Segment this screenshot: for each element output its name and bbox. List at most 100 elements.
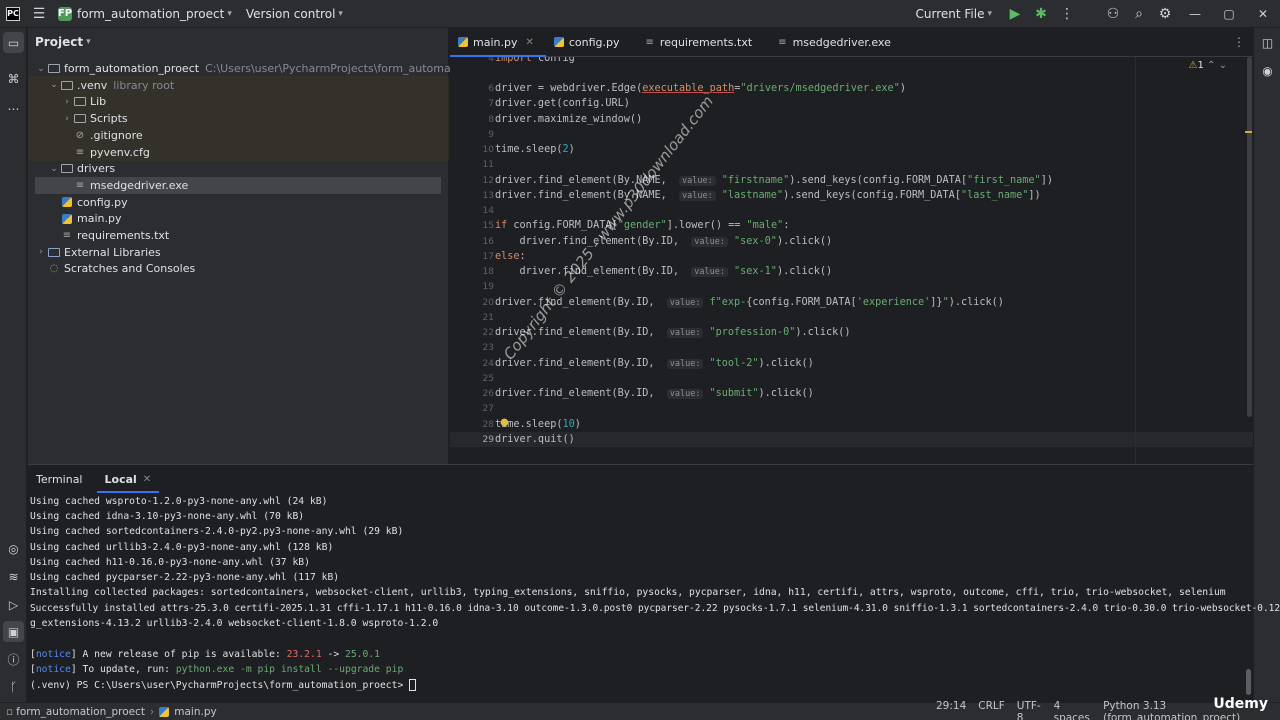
code-line: driver.maximize_window() (495, 114, 643, 125)
more-tools-icon[interactable]: … (3, 95, 24, 116)
tree-item-hint: library root (113, 78, 175, 92)
terminal-prompt[interactable]: (.venv) PS C:\Users\user\PycharmProjects… (30, 679, 417, 691)
chevron-right-icon[interactable]: › (61, 114, 73, 124)
line-separator[interactable]: CRLF (978, 700, 1005, 720)
terminal-scrollbar[interactable] (1246, 669, 1251, 695)
folder-icon (73, 96, 87, 108)
tree-item-label: form_automation_proect (64, 62, 200, 75)
tree-item[interactable]: › Scripts (28, 110, 128, 127)
terminal-line: [notice] A new release of pip is availab… (30, 649, 380, 660)
tab-local[interactable]: Local ✕ (96, 465, 160, 493)
breadcrumb: ▫ form_automation_proect › main.py (6, 706, 217, 718)
chevron-right-icon[interactable]: › (35, 247, 47, 257)
terminal-cursor (409, 679, 417, 691)
code-line: driver.find_element(By.NAME, value: "last… (495, 190, 1041, 201)
run-config-selector[interactable]: Current File ▾ (916, 7, 993, 21)
chevron-down-icon[interactable]: ⌄ (48, 80, 60, 90)
tree-item[interactable]: ⌄ form_automation_proect C:\Users\user\Pyc… (28, 60, 512, 77)
main-menu-icon[interactable]: ☰ (26, 1, 52, 27)
tree-item[interactable]: ⌄ drivers (28, 160, 115, 177)
tree-item[interactable]: ⌄ .venv library root (28, 77, 174, 94)
tab-config-py[interactable]: config.py (546, 28, 632, 57)
text-file-icon: ≡ (75, 179, 85, 191)
more-actions-icon[interactable]: ⋮ (1054, 1, 1080, 27)
ai-assistant-icon[interactable]: ◉ (1257, 60, 1278, 81)
project-folder-icon[interactable]: ▭ (3, 32, 24, 53)
current-line-number: 29 (482, 435, 494, 445)
tab-requirements-txt[interactable]: ≡ requirements.txt (638, 28, 765, 57)
tree-item[interactable]: ≡ requirements.txt (28, 227, 169, 244)
terminal-line: Using cached idna-3.10-py3-none-any.whl … (30, 511, 305, 522)
maximize-icon[interactable]: ▢ (1212, 0, 1246, 28)
tree-item[interactable]: ≡ msedgedriver.exe (35, 176, 441, 194)
code-line: driver.find_element(By.ID, value: "sex-0"… (495, 236, 833, 247)
tab-msedgedriver-exe[interactable]: ≡ msedgedriver.exe (770, 28, 903, 57)
chevron-down-icon[interactable]: ⌄ (35, 64, 47, 74)
file-encoding[interactable]: UTF-8 (1017, 700, 1042, 720)
inspection-widget[interactable]: ⚠1 ⌃ ⌄ (1189, 60, 1228, 71)
indent-setting[interactable]: 4 spaces (1054, 700, 1092, 720)
chevron-down-icon: ⌄ (1218, 60, 1227, 71)
status-bar: ▫ form_automation_proect › main.py 29:14… (0, 700, 1280, 720)
terminal-line: g_extensions-4.13.2 urllib3-2.4.0 websoc… (30, 618, 439, 629)
folder-icon (60, 79, 74, 91)
breadcrumb-file[interactable]: main.py (174, 706, 216, 718)
tab-terminal[interactable]: Terminal (28, 465, 91, 493)
python-file-icon (159, 706, 170, 717)
close-tab-icon[interactable]: ✕ (525, 37, 533, 48)
chevron-down-icon: ▾ (227, 8, 232, 19)
library-icon (47, 246, 61, 258)
python-file-icon (60, 196, 74, 208)
close-icon[interactable]: ✕ (1246, 0, 1280, 28)
cursor-position[interactable]: 29:14 (936, 700, 966, 720)
structure-icon[interactable]: ⌘ (3, 68, 24, 89)
terminal-tabs: Terminal Local ✕ (28, 465, 1253, 493)
run-icon[interactable]: ▶ (1002, 1, 1028, 27)
minimize-icon[interactable]: — (1178, 0, 1212, 28)
project-panel-title: Project (35, 35, 84, 49)
terminal-line: Using cached h11-0.16.0-py3-none-any.whl… (30, 557, 310, 568)
tree-item-label: Scripts (90, 112, 128, 126)
tree-item[interactable]: config.py (28, 194, 128, 211)
tab-options-icon[interactable]: ⋮ (1233, 35, 1245, 49)
editor-scrollbar[interactable] (1247, 57, 1252, 417)
tree-item[interactable]: ≡ pyvenv.cfg (28, 144, 150, 161)
close-tab-icon[interactable]: ✕ (143, 474, 151, 485)
lightbulb-icon[interactable]: ● (500, 417, 509, 428)
version-control-menu[interactable]: Version control ▾ (246, 7, 343, 21)
terminal-line: Installing collected packages: sortedcon… (30, 587, 1226, 598)
breadcrumb-project[interactable]: form_automation_proect (16, 706, 145, 718)
module-icon: ▫ (6, 705, 14, 718)
project-panel-header[interactable]: Project ▾ (28, 28, 448, 56)
code-with-me-icon[interactable]: ⚇ (1100, 1, 1126, 27)
problems-icon[interactable]: ⓘ (3, 649, 24, 670)
git-icon[interactable]: ᚴ (3, 676, 24, 697)
tree-item[interactable]: › Lib (28, 93, 106, 110)
chevron-down-icon[interactable]: ⌄ (48, 164, 60, 174)
settings-gear-icon[interactable]: ⚙ (1152, 1, 1178, 27)
notifications-icon[interactable]: ◫ (1257, 32, 1278, 53)
terminal-line: [notice] To update, run: python.exe -m p… (30, 664, 404, 675)
tree-item[interactable]: ◌ Scratches and Consoles (28, 260, 196, 277)
chevron-down-icon: ▾ (987, 9, 992, 19)
services-icon[interactable]: ▷ (3, 594, 24, 615)
debug-icon[interactable]: ✱ (1028, 1, 1054, 27)
python-packages-icon[interactable]: ◎ (3, 538, 24, 559)
tree-item[interactable]: › External Libraries (28, 244, 160, 261)
python-file-icon (553, 37, 564, 47)
chevron-down-icon: ▾ (338, 8, 343, 19)
warning-stripe-marker[interactable] (1245, 131, 1252, 133)
tree-item[interactable]: ⊘ .gitignore (28, 127, 143, 144)
editor-tabs: main.py ✕ config.py ≡ requirements.txt ≡… (450, 28, 1253, 57)
project-panel: Project ▾ ⌄ form_automation_proect C:\User… (28, 28, 512, 464)
chevron-right-icon[interactable]: › (61, 97, 73, 107)
code-line: else: (495, 251, 526, 262)
tab-main-py[interactable]: main.py ✕ (450, 28, 546, 57)
search-icon[interactable]: ⌕ (1126, 1, 1152, 27)
layers-icon[interactable]: ≋ (3, 566, 24, 587)
tree-item[interactable]: main.py (28, 210, 121, 227)
terminal-icon[interactable]: ▣ (3, 621, 24, 642)
code-line: driver.find_element(By.ID, value: "submit… (495, 388, 814, 399)
project-switcher[interactable]: FP form_automation_proect ▾ (58, 6, 232, 21)
code-line: driver.find_element(By.ID, value: "sex-1"… (495, 266, 833, 277)
